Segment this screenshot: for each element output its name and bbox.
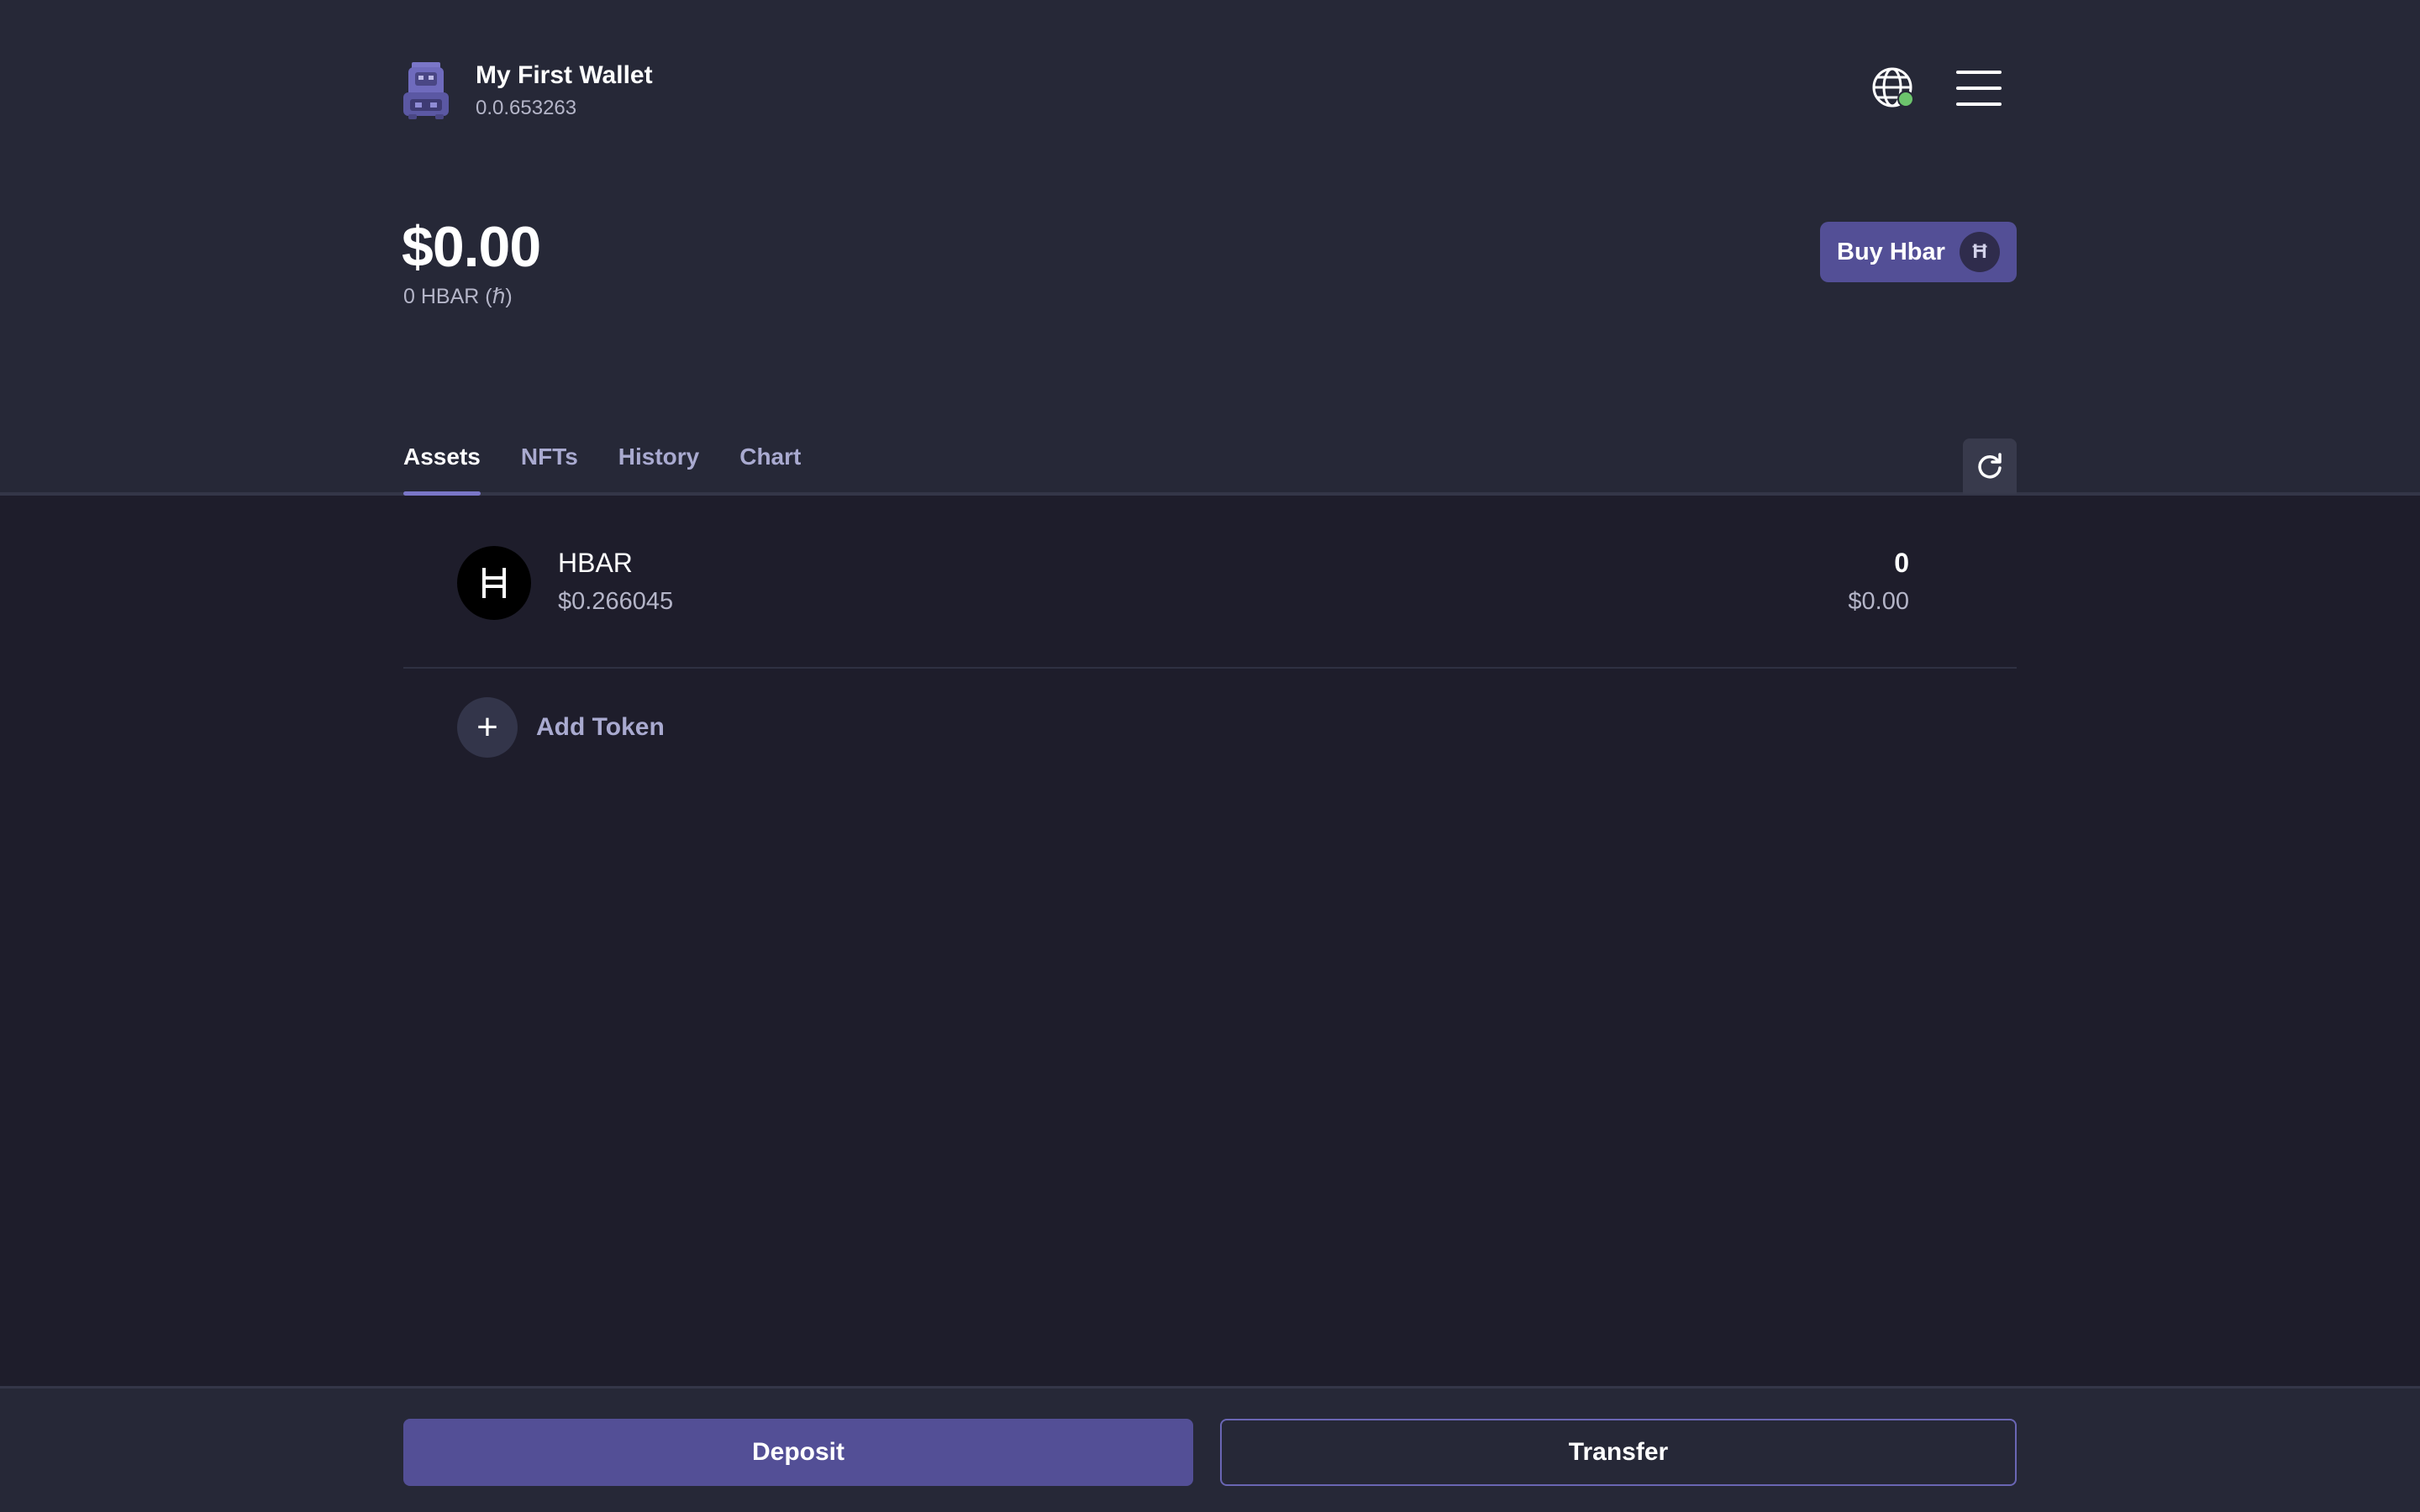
refresh-button[interactable] xyxy=(1963,438,2017,494)
hbar-icon: Ħ xyxy=(1960,232,2000,272)
wallet-selector[interactable]: My First Wallet 0.0.653263 xyxy=(403,60,653,121)
plus-icon: + xyxy=(457,697,518,758)
wallet-account-id: 0.0.653263 xyxy=(476,97,577,119)
network-status-dot xyxy=(1899,92,1912,106)
tab-assets[interactable]: Assets xyxy=(403,444,481,496)
hbar-token-icon xyxy=(457,546,531,620)
globe-icon[interactable] xyxy=(1870,66,1918,113)
wallet-avatar-icon xyxy=(403,62,449,119)
transfer-button[interactable]: Transfer xyxy=(1220,1419,2017,1486)
add-token-button[interactable]: + Add Token xyxy=(457,697,665,758)
add-token-label: Add Token xyxy=(536,713,665,741)
tab-nfts[interactable]: NFTs xyxy=(521,444,578,496)
asset-value: $0.00 xyxy=(1848,588,1909,615)
deposit-button[interactable]: Deposit xyxy=(403,1419,1193,1486)
wallet-info: My First Wallet 0.0.653263 xyxy=(476,60,653,121)
asset-row-hbar[interactable]: HBAR $0.266045 0 $0.00 xyxy=(403,538,2017,669)
asset-amount: 0 xyxy=(1894,548,1909,578)
balance-hbar: 0 HBAR (ℏ) xyxy=(403,285,513,308)
asset-symbol: HBAR xyxy=(558,548,633,578)
footer-bar: Deposit Transfer xyxy=(0,1386,2420,1512)
buy-hbar-button[interactable]: Buy Hbar Ħ xyxy=(1820,222,2017,282)
balance-usd: $0.00 xyxy=(402,215,541,279)
asset-price: $0.266045 xyxy=(558,588,674,615)
buy-hbar-label: Buy Hbar xyxy=(1837,238,1945,265)
tab-history[interactable]: History xyxy=(618,444,699,496)
tab-bar: Assets NFTs History Chart xyxy=(403,444,841,496)
header-panel: My First Wallet 0.0.653263 $0.00 0 HBAR … xyxy=(0,0,2420,496)
refresh-icon xyxy=(1978,453,2002,479)
wallet-name: My First Wallet xyxy=(476,61,653,89)
menu-icon[interactable] xyxy=(1956,71,2002,106)
tab-chart[interactable]: Chart xyxy=(739,444,801,496)
